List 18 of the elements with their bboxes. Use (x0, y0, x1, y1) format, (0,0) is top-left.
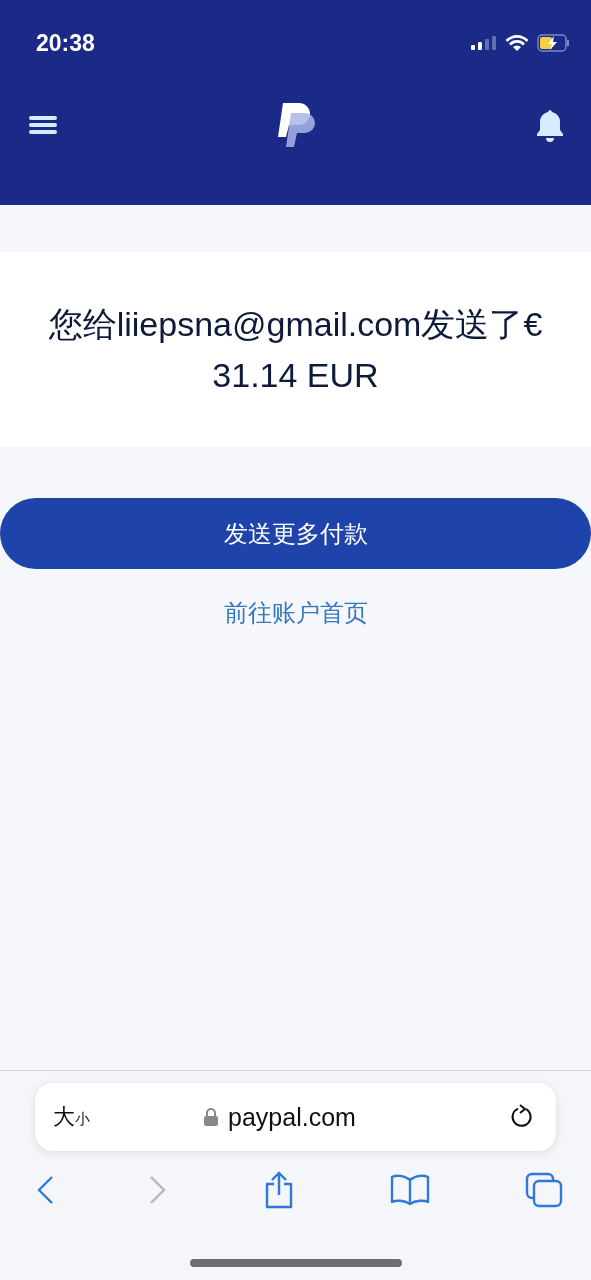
url-text: paypal.com (228, 1102, 356, 1132)
text-size-button[interactable]: 大小 (53, 1102, 90, 1132)
logo-icon (276, 100, 317, 149)
book-icon[interactable] (389, 1174, 430, 1206)
battery-charging-icon (537, 34, 571, 52)
signal-icon (471, 35, 497, 51)
lock-icon (204, 1108, 219, 1126)
back-icon[interactable] (36, 1175, 54, 1205)
confirmation-message: 您给liiepsna@gmail.com发送了€ 31.14 EUR (47, 303, 544, 396)
send-more-button[interactable]: 发送更多付款 (0, 498, 591, 569)
tabs-icon[interactable] (525, 1172, 563, 1208)
address-bar[interactable]: 大小 paypal.com (35, 1083, 556, 1151)
wifi-icon (505, 34, 529, 52)
notifications-button[interactable] (535, 107, 565, 142)
account-home-link[interactable]: 前往账户首页 (223, 597, 368, 629)
status-time: 20:38 (36, 29, 95, 57)
menu-button[interactable] (28, 113, 58, 136)
reload-icon[interactable] (510, 1104, 534, 1130)
